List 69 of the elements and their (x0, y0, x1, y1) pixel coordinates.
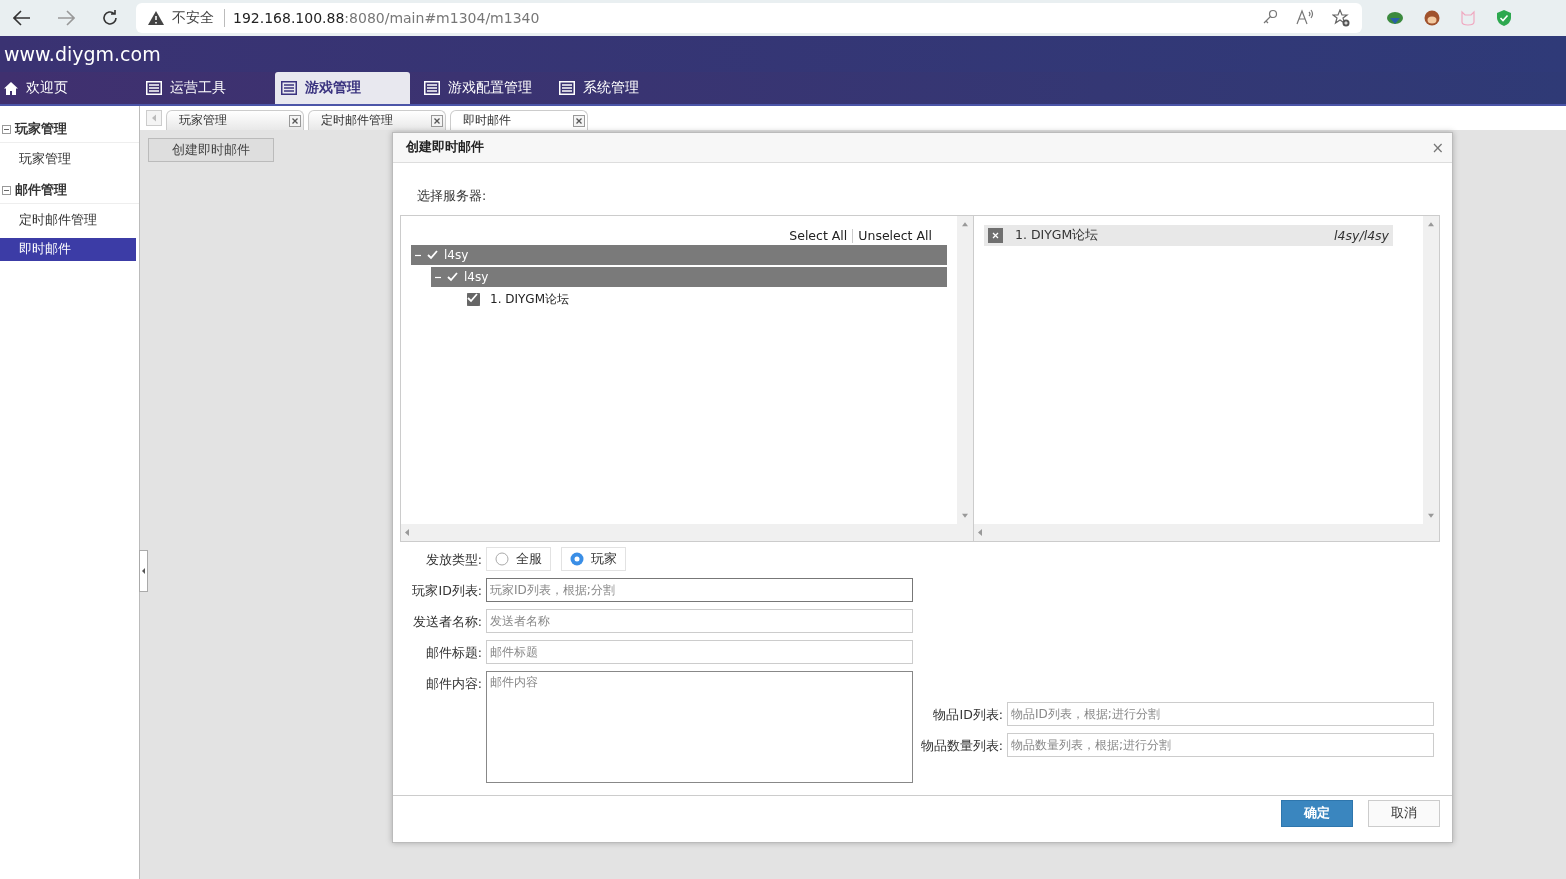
list-icon (146, 81, 162, 95)
collapse-handle[interactable] (139, 550, 148, 592)
sidebar-item[interactable]: 定时邮件管理 (0, 209, 136, 232)
nav-tab[interactable]: 游戏配置管理 (418, 72, 553, 104)
selected-server: 1. DIYGM论坛 l4sy/l4sy (984, 225, 1393, 246)
tree-node[interactable]: l4sy (411, 245, 947, 265)
nav-tab[interactable]: 系统管理 (553, 72, 688, 104)
favorite-star-icon[interactable] (1332, 9, 1350, 27)
input-field[interactable]: 物品数量列表，根据;进行分割 (1007, 733, 1434, 757)
list-icon (424, 81, 440, 95)
forward-icon[interactable] (57, 10, 75, 26)
close-icon[interactable] (431, 114, 443, 127)
check-icon[interactable] (447, 272, 458, 282)
radio-icon[interactable] (495, 552, 509, 566)
unselect-all-link[interactable]: Unselect All (853, 228, 937, 243)
sidebar-group[interactable]: 玩家管理 (0, 116, 139, 143)
back-icon[interactable] (13, 10, 31, 26)
field-label: 邮件内容: (424, 675, 482, 693)
input-field[interactable]: 发送者名称 (486, 609, 913, 633)
site-title[interactable]: www.diygm.com (4, 43, 161, 65)
collapse-icon[interactable] (2, 124, 11, 134)
input-field[interactable]: 物品ID列表，根据;进行分割 (1007, 702, 1434, 726)
sidebar-item[interactable]: 玩家管理 (0, 148, 136, 171)
field-label: 玩家ID列表: (411, 582, 482, 600)
extension-icon[interactable] (1386, 10, 1404, 26)
field-label: 邮件标题: (424, 644, 482, 662)
field-label: 发放类型: (424, 551, 482, 569)
tree-node[interactable]: 1. DIYGM论坛 (451, 289, 947, 309)
field-label: 发送者名称: (411, 613, 482, 631)
reload-icon[interactable] (101, 9, 119, 27)
shield-icon[interactable] (1496, 10, 1512, 26)
select-all-link[interactable]: Select All (784, 228, 853, 243)
page-tab[interactable]: 玩家管理 (166, 110, 304, 130)
security-label[interactable]: 不安全 (172, 9, 225, 27)
tree-node[interactable]: l4sy (431, 267, 947, 287)
address-text[interactable]: 192.168.100.88:8080/main#m1304/m1340 (233, 10, 1254, 26)
nav-tab[interactable]: 游戏管理 (275, 72, 410, 104)
close-button[interactable]: × (1431, 138, 1444, 157)
dialog-title: 创建即时邮件 (406, 139, 484, 156)
list-icon (559, 81, 575, 95)
checkbox[interactable] (467, 292, 480, 306)
field-label: 选择服务器: (417, 188, 488, 205)
home-icon (4, 81, 18, 95)
close-icon[interactable] (289, 114, 301, 127)
nav-tab[interactable]: 运营工具 (140, 72, 275, 104)
confirm-button[interactable]: 确定 (1281, 800, 1353, 827)
input-field[interactable]: 玩家ID列表，根据;分割 (486, 578, 913, 602)
sidebar-item[interactable]: 即时邮件 (0, 238, 136, 261)
read-aloud-icon[interactable] (1296, 9, 1314, 25)
close-icon[interactable] (573, 114, 585, 127)
collapse-icon[interactable] (2, 185, 11, 195)
remove-button[interactable] (988, 228, 1003, 243)
create-mail-button[interactable]: 创建即时邮件 (148, 138, 274, 162)
nav-tab[interactable]: 欢迎页 (0, 72, 140, 104)
radio-option[interactable]: 全服 (486, 547, 551, 571)
check-icon[interactable] (427, 250, 438, 260)
radio-icon[interactable] (570, 552, 584, 566)
page-tab[interactable]: 定时邮件管理 (308, 110, 446, 130)
list-icon (281, 81, 297, 95)
input-field[interactable]: 邮件标题 (486, 640, 913, 664)
input-field[interactable]: 邮件内容 (486, 671, 913, 783)
field-label: 物品ID列表: (932, 706, 1003, 724)
field-label: 物品数量列表: (919, 737, 1003, 755)
key-icon[interactable] (1262, 9, 1278, 25)
page-tab[interactable]: 即时邮件 (450, 110, 588, 130)
radio-option[interactable]: 玩家 (561, 547, 626, 571)
warning-icon (148, 11, 164, 25)
sidebar-group[interactable]: 邮件管理 (0, 177, 139, 204)
cancel-button[interactable]: 取消 (1368, 800, 1440, 827)
